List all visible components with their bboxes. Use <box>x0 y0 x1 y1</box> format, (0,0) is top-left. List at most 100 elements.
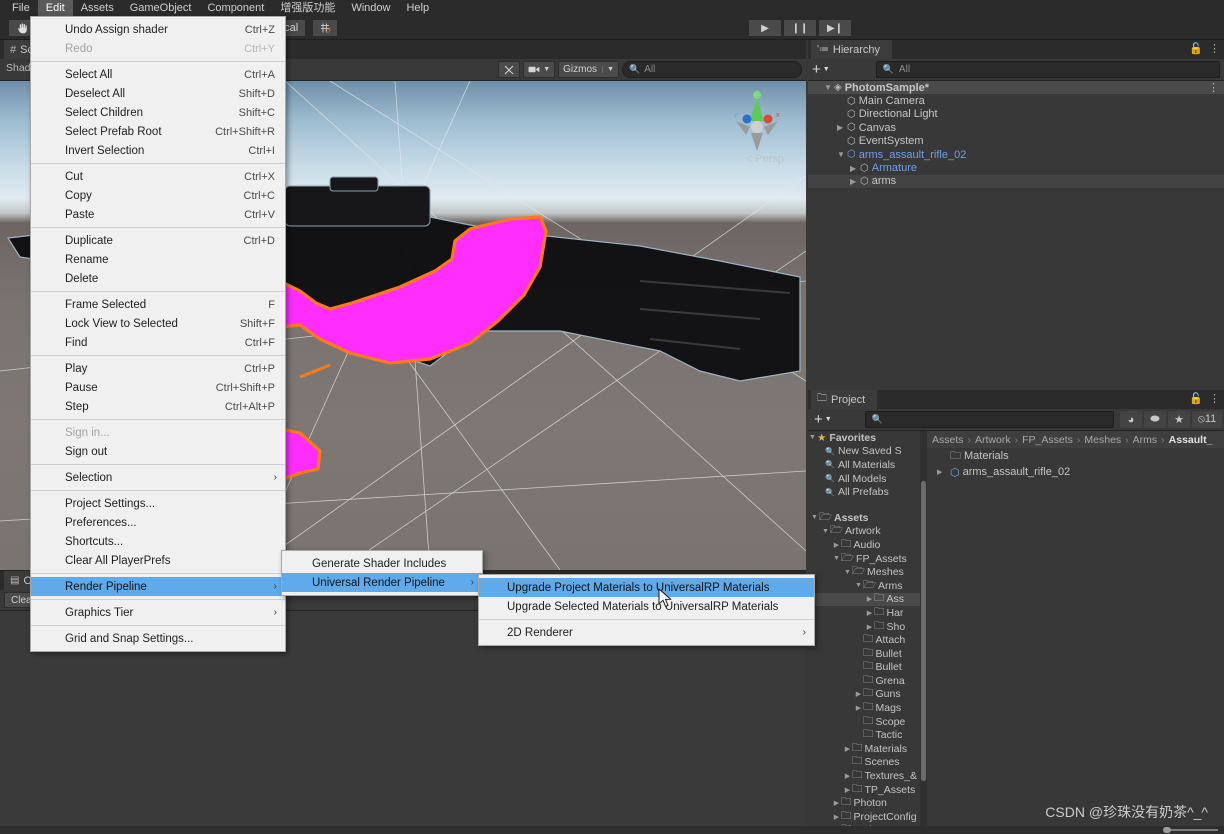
hierarchy-row[interactable]: ⬡ Main Camera <box>808 94 1224 107</box>
project-tree-row[interactable]: 🗀 Scenes <box>808 756 920 770</box>
chevron-right-icon[interactable]: ▶ <box>832 813 841 821</box>
render-pipeline-menu-item-universal-render-pipeline[interactable]: Universal Render Pipeline › <box>282 573 482 592</box>
project-search-input[interactable]: 🔍 <box>864 411 1114 428</box>
project-tree-row[interactable]: ▶ 🗀 Photon <box>808 796 920 810</box>
chevron-down-icon[interactable]: ▼ <box>854 582 863 589</box>
edit-menu-item-preferences[interactable]: Preferences... <box>31 513 285 532</box>
chevron-down-icon[interactable]: ▼ <box>843 569 852 576</box>
render-pipeline-submenu[interactable]: Generate Shader Includes Universal Render… <box>281 550 483 596</box>
project-tree-row[interactable]: ▶ 🗀 Materials <box>808 742 920 756</box>
hidden-packages-icon[interactable]: ⦸11 <box>1192 411 1222 428</box>
project-favorite-item[interactable]: 🔍 All Materials <box>808 458 920 472</box>
edit-menu-item-deselect-all[interactable]: Deselect All Shift+D <box>31 84 285 103</box>
chevron-right-icon[interactable]: ▶ <box>865 595 874 603</box>
grid-snap-icon[interactable]: ↺ <box>312 19 338 37</box>
chevron-right-icon[interactable]: ▶ <box>832 541 841 549</box>
tab-project[interactable]: 🗀 Project <box>811 390 878 409</box>
hierarchy-row[interactable]: ▶ ⬡ Canvas <box>808 121 1224 134</box>
project-tree-row[interactable]: ▶ 🗀 Textures_& <box>808 769 920 783</box>
urp-menu-item-2d-renderer[interactable]: 2D Renderer › <box>479 623 814 642</box>
menubar-item-gameobject[interactable]: GameObject <box>122 0 200 16</box>
universal-render-pipeline-submenu[interactable]: Upgrade Project Materials to UniversalRP… <box>478 574 815 646</box>
project-tree-row[interactable]: ▶ 🗀 Sho <box>808 620 920 634</box>
edit-menu-dropdown[interactable]: Undo Assign shader Ctrl+Z Redo Ctrl+Y Select… <box>30 16 286 652</box>
breadcrumb-item[interactable]: Meshes <box>1084 434 1121 446</box>
project-favorites-header[interactable]: ▼ ★ Favorites <box>808 431 920 445</box>
breadcrumb-item[interactable]: Assets <box>932 434 964 446</box>
breadcrumb-item[interactable]: Assault_ <box>1169 434 1213 446</box>
lock-icon[interactable]: 🔓 <box>1189 392 1203 405</box>
lock-icon[interactable]: 🔓 <box>1189 42 1203 55</box>
edit-menu-item-selection[interactable]: Selection › <box>31 468 285 487</box>
edit-menu-item-render-pipeline[interactable]: Render Pipeline › <box>31 577 285 596</box>
project-favorite-item[interactable]: 🔍 New Saved S <box>808 445 920 459</box>
project-tree-row[interactable]: ▶ 🗀 TP_Assets <box>808 783 920 797</box>
chevron-down-icon[interactable]: ▼ <box>821 528 830 535</box>
project-tree-row[interactable]: ▼ 🗁 Meshes <box>808 565 920 579</box>
project-tree-row[interactable]: 🗀 Attach <box>808 633 920 647</box>
project-tree-row[interactable]: ▼ 🗁 Artwork <box>808 525 920 539</box>
edit-menu-item-clear-all-playerprefs[interactable]: Clear All PlayerPrefs <box>31 551 285 570</box>
edit-menu-item-frame-selected[interactable]: Frame Selected F <box>31 295 285 314</box>
hierarchy-row[interactable]: ▶ ⬡ arms <box>808 174 1224 189</box>
project-folder-tree[interactable]: ▼ ★ Favorites 🔍 New Saved S 🔍 All Materials 🔍 Al… <box>808 431 920 834</box>
edit-menu-item-delete[interactable]: Delete <box>31 269 285 288</box>
edit-menu-item-graphics-tier[interactable]: Graphics Tier › <box>31 603 285 622</box>
project-asset-row[interactable]: 🗀 Materials <box>927 448 1224 464</box>
edit-menu-item-play[interactable]: Play Ctrl+P <box>31 359 285 378</box>
chevron-right-icon[interactable]: ▶ <box>843 745 852 753</box>
menubar-item-help[interactable]: Help <box>398 0 437 16</box>
search-by-type-icon[interactable]: ◕ <box>1120 411 1142 428</box>
project-asset-row[interactable]: ▶ ⬡ arms_assault_rifle_02 <box>927 464 1224 480</box>
chevron-down-icon[interactable]: ▼ <box>810 514 819 521</box>
edit-menu-item-lock-view-to-selected[interactable]: Lock View to Selected Shift+F <box>31 314 285 333</box>
edit-menu-item-duplicate[interactable]: Duplicate Ctrl+D <box>31 231 285 250</box>
chevron-right-icon[interactable]: ▶ <box>865 623 874 631</box>
project-tree-row[interactable]: ▶ 🗀 Audio <box>808 538 920 552</box>
kebab-menu-icon[interactable]: ⋮ <box>1209 42 1220 55</box>
chevron-down-icon[interactable]: ▼ <box>832 555 841 562</box>
chevron-down-icon[interactable]: ▼ <box>837 150 847 159</box>
edit-menu-item-select-prefab-root[interactable]: Select Prefab Root Ctrl+Shift+R <box>31 122 285 141</box>
edit-menu-item-shortcuts[interactable]: Shortcuts... <box>31 532 285 551</box>
project-tree-row[interactable]: 🗀 Scope <box>808 715 920 729</box>
gizmos-button[interactable]: Gizmos ▼ <box>558 61 619 78</box>
menubar-item-增强版功能[interactable]: 增强版功能 <box>272 0 343 16</box>
chevron-down-icon[interactable]: ▼ <box>808 434 817 441</box>
tab-hierarchy[interactable]: '≔ Hierarchy <box>811 40 892 59</box>
shading-mode-label[interactable]: Shad <box>6 62 31 74</box>
edit-menu-item-grid-and-snap-settings[interactable]: Grid and Snap Settings... <box>31 629 285 648</box>
hierarchy-add-button[interactable]: + ▼ <box>812 62 830 77</box>
edit-menu-item-sign-out[interactable]: Sign out <box>31 442 285 461</box>
project-favorite-item[interactable]: 🔍 All Models <box>808 472 920 486</box>
project-tree-row[interactable]: 🗀 Bullet <box>808 661 920 675</box>
urp-menu-item-upgrade-selected-materials-to-universalrp-materials[interactable]: Upgrade Selected Materials to UniversalR… <box>479 597 814 616</box>
chevron-right-icon[interactable]: ▶ <box>837 123 847 132</box>
kebab-menu-icon[interactable]: ⋮ <box>1209 392 1220 405</box>
hierarchy-row[interactable]: ⬡ EventSystem <box>808 135 1224 148</box>
tools-icon[interactable] <box>498 61 521 78</box>
project-tree-row[interactable]: ▶ 🗀 Har <box>808 606 920 620</box>
project-tree-scrollbar[interactable] <box>920 431 927 834</box>
chevron-right-icon[interactable]: ▶ <box>843 772 852 780</box>
chevron-right-icon[interactable]: ▶ <box>854 704 863 712</box>
menubar-item-assets[interactable]: Assets <box>73 0 122 16</box>
project-tree-row[interactable]: ▶ 🗀 ProjectConfig <box>808 810 920 824</box>
menubar-item-window[interactable]: Window <box>343 0 398 16</box>
project-tree-row[interactable]: 🗀 Tactic <box>808 728 920 742</box>
project-tree-row[interactable]: 🗀 Bullet <box>808 647 920 661</box>
hierarchy-row[interactable]: ▼ ◈ PhotomSample* ⋮ <box>808 81 1224 95</box>
breadcrumb-item[interactable]: Artwork <box>975 434 1011 446</box>
project-tree-row[interactable]: ▶ 🗀 Mags <box>808 701 920 715</box>
hierarchy-row[interactable]: ▼ ⬡ arms_assault_rifle_02 <box>808 148 1224 161</box>
menubar-item-component[interactable]: Component <box>199 0 272 16</box>
edit-menu-item-undo-assign-shader[interactable]: Undo Assign shader Ctrl+Z <box>31 20 285 39</box>
search-by-label-icon[interactable]: ⬬ <box>1144 411 1166 428</box>
menubar-item-file[interactable]: File <box>4 0 38 16</box>
pause-button[interactable]: ❙❙ <box>783 19 817 37</box>
project-favorite-item[interactable]: 🔍 All Prefabs <box>808 485 920 499</box>
edit-menu-item-copy[interactable]: Copy Ctrl+C <box>31 186 285 205</box>
chevron-right-icon[interactable]: ▶ <box>865 609 874 617</box>
zoom-slider-track[interactable] <box>1170 829 1218 831</box>
project-tree-row[interactable]: ▶ 🗀 Guns <box>808 688 920 702</box>
